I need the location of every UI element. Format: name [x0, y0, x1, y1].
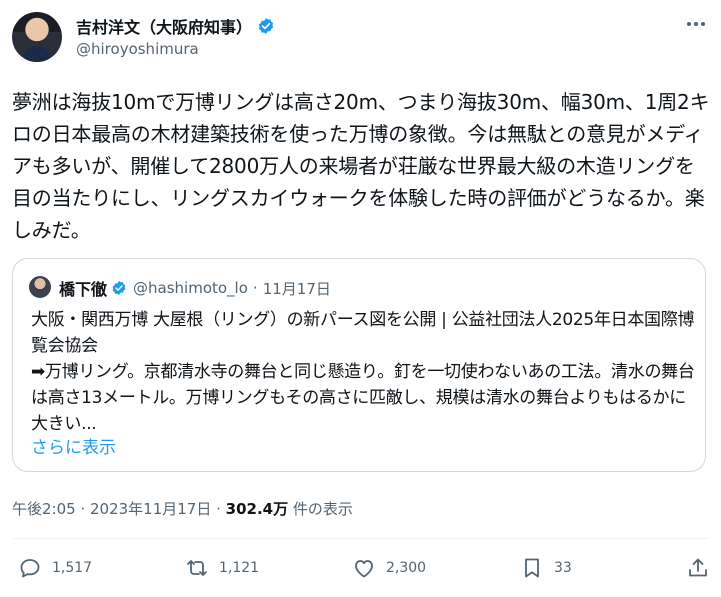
retweet-icon: [187, 560, 207, 576]
author-display-name[interactable]: 吉村洋文（大阪府知事）: [76, 14, 252, 38]
quoted-date: 11月17日: [262, 279, 331, 298]
bookmark-icon: [525, 558, 539, 578]
quoted-tweet-header: 橋下徹 @hashimoto_lo · 11月17日: [59, 276, 331, 300]
share-button[interactable]: [686, 556, 720, 580]
action-bar: 1,517 1,121 2,300 33: [0, 556, 721, 592]
meta-separator: ·: [211, 500, 226, 518]
like-button[interactable]: 2,300: [352, 556, 426, 580]
timestamp[interactable]: 午後2:05 · 2023年11月17日: [12, 500, 211, 518]
reply-button[interactable]: 1,517: [18, 556, 92, 580]
quoted-tweet-text: 大阪・関西万博 大屋根（リング）の新パース図を公開 | 公益社団法人2025年日…: [31, 310, 695, 434]
share-icon: [689, 558, 707, 577]
quoted-author-handle: @hashimoto_lo: [133, 279, 248, 297]
author-name-row: 吉村洋文（大阪府知事）: [76, 14, 275, 38]
more-options-button[interactable]: [682, 12, 710, 36]
reply-icon: [20, 559, 40, 578]
tweet-text: 夢洲は海抜10mで万博リングは高さ20m、つまり海抜30m、幅30m、1周2キロ…: [12, 90, 710, 242]
verified-badge-icon: [258, 18, 274, 34]
show-more-link[interactable]: さらに表示: [31, 433, 116, 458]
bookmark-count: 33: [554, 560, 572, 576]
quoted-tweet-card[interactable]: 橋下徹 @hashimoto_lo · 11月17日 大阪・関西万博 大屋根（リ…: [12, 258, 706, 472]
heart-icon: [355, 560, 373, 578]
quoted-author-name: 橋下徹: [59, 280, 108, 299]
more-dots-icon: [687, 22, 705, 26]
author-handle[interactable]: @hiroyoshimura: [76, 40, 199, 58]
actions-divider: [12, 538, 709, 539]
views-label: 件の表示: [288, 500, 353, 518]
bookmark-button[interactable]: 33: [520, 556, 572, 580]
like-count: 2,300: [386, 560, 427, 576]
quoted-author-avatar: [29, 276, 51, 298]
views-count: 302.4万: [225, 500, 289, 518]
author-avatar[interactable]: [12, 12, 62, 62]
quoted-separator: ·: [252, 279, 258, 297]
reply-count: 1,517: [52, 560, 93, 576]
retweet-button[interactable]: 1,121: [185, 556, 259, 580]
retweet-count: 1,121: [219, 560, 260, 576]
quoted-verified-badge-icon: [112, 281, 126, 295]
tweet-meta: 午後2:05 · 2023年11月17日 · 302.4万 件の表示: [12, 498, 353, 519]
